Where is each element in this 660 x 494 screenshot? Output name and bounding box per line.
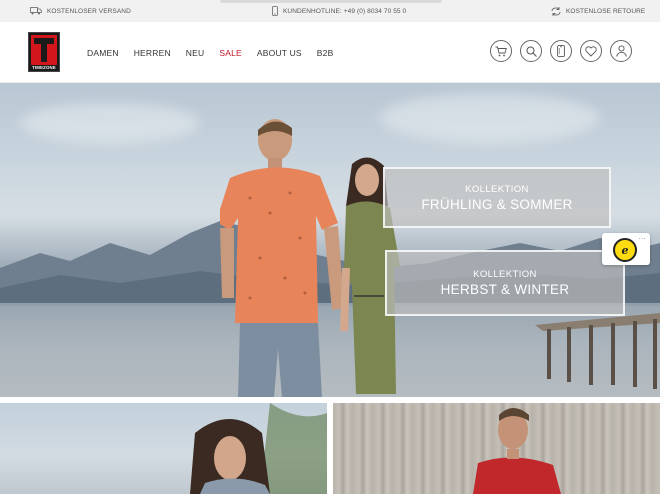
trust-seal-symbol: e (621, 243, 629, 257)
hotline-text: KUNDENHOTLINE: +49 (0) 8034 70 55 0 (283, 7, 407, 15)
panel-title: HERBST & WINTER (440, 282, 570, 297)
hotline-info: KUNDENHOTLINE: +49 (0) 8034 70 55 0 (272, 0, 406, 22)
logo-text: TIMEZONE (32, 65, 56, 70)
wooden-pier (535, 313, 660, 389)
cart-icon[interactable] (490, 40, 512, 62)
cloud (20, 103, 200, 143)
nav-item-sale[interactable]: SALE (219, 48, 242, 58)
header-icons (490, 40, 632, 62)
shipping-text: KOSTENLOSER VERSAND (47, 7, 131, 15)
cloud (380, 93, 600, 143)
panel-title: FRÜHLING & SOMMER (421, 196, 573, 212)
category-tile-men[interactable] (333, 403, 660, 494)
more-dots-icon[interactable]: ... (639, 234, 646, 241)
nav-item-neu[interactable]: NEU (186, 48, 205, 58)
returns-text: KOSTENLOSE RETOURE (566, 7, 646, 15)
category-tile-women[interactable] (0, 403, 327, 494)
woman-tile-image (190, 403, 327, 494)
top-info-bar: KOSTENLOSER VERSAND KUNDENHOTLINE: +49 (… (0, 0, 660, 22)
collection-spring-summer-link[interactable]: KOLLEKTION FRÜHLING & SOMMER (383, 167, 611, 228)
panel-kicker: KOLLEKTION (473, 269, 537, 280)
truck-icon (30, 7, 42, 15)
search-icon[interactable] (520, 40, 542, 62)
trusted-shops-badge[interactable]: ... e (602, 233, 650, 265)
nav-item-b2b[interactable]: B2B (317, 48, 334, 58)
timezone-logo[interactable]: TIMEZONE (28, 32, 60, 72)
mobile-phone-icon (272, 6, 278, 16)
nav-item-damen[interactable]: DAMEN (87, 48, 119, 58)
collection-autumn-winter-link[interactable]: KOLLEKTION HERBST & WINTER (385, 250, 625, 316)
man-tile-image (473, 408, 561, 494)
heart-icon[interactable] (580, 40, 602, 62)
nav-item-about-us[interactable]: ABOUT US (257, 48, 302, 58)
nav-item-herren[interactable]: HERREN (134, 48, 171, 58)
panel-kicker: KOLLEKTION (465, 183, 529, 195)
return-arrows-icon (551, 6, 561, 16)
main-nav: DAMEN HERREN NEU SALE ABOUT US B2B (87, 22, 348, 83)
user-icon[interactable] (610, 40, 632, 62)
hero-banner[interactable]: KOLLEKTION FRÜHLING & SOMMER KOLLEKTION … (0, 83, 660, 397)
shipping-info: KOSTENLOSER VERSAND (30, 0, 131, 22)
logo-t-stem (41, 38, 47, 62)
trust-seal-icon: e (613, 238, 637, 262)
returns-info: KOSTENLOSE RETOURE (551, 0, 645, 22)
site-header: TIMEZONE DAMEN HERREN NEU SALE ABOUT US … (0, 22, 660, 83)
phone-icon[interactable] (550, 40, 572, 62)
man-figure (220, 119, 344, 397)
